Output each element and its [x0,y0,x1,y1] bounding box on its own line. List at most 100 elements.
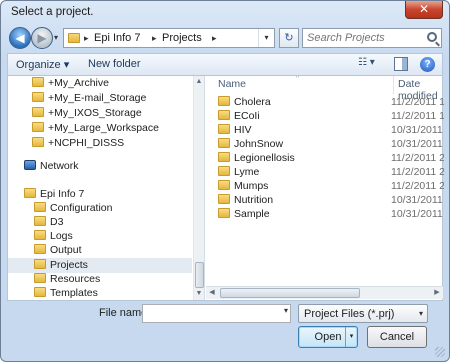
close-button[interactable]: ✕ [405,1,443,19]
scroll-up-arrow[interactable]: ▲ [194,77,204,87]
open-split-dropdown[interactable]: ▾ [345,327,357,347]
tree-item-label: Resources [50,273,101,285]
column-divider[interactable] [393,76,394,94]
scroll-thumb[interactable] [195,262,204,288]
file-row[interactable]: Nutrition 10/31/2011 9:1 [206,194,444,208]
file-row[interactable]: Cholera 11/2/2011 11:4 [206,96,444,110]
navigation-scrollbar[interactable]: ▲ ▼ [193,76,205,300]
folder-icon [32,92,44,102]
tree-item-output[interactable]: Output [34,244,82,258]
scroll-thumb[interactable] [220,288,360,298]
file-row[interactable]: Sample 10/31/2011 11: [206,208,444,222]
tree-item-network[interactable]: Network [24,160,79,174]
column-header-date-modified[interactable]: Date modified [398,76,444,102]
tree-item-my-large-workspace[interactable]: +My_Large_Workspace [32,122,159,136]
address-bar[interactable]: ▸ Epi Info 7 ▸ Projects ▸ ▾ [63,28,275,48]
file-list[interactable]: Name ^ Date modified Cholera 11/2/2011 1… [206,76,444,300]
scroll-down-arrow[interactable]: ▼ [194,289,204,299]
scroll-right-arrow[interactable]: ▶ [431,287,443,299]
file-date: 10/31/2011 9:1 [391,194,444,206]
open-button[interactable]: Open ▾ [298,326,358,348]
tree-item-my-ixos-storage[interactable]: +My_IXOS_Storage [32,107,142,121]
window-title: Select a project. [11,6,94,18]
file-date: 11/2/2011 11:4 [391,96,444,108]
tree-item-ncphi-disss[interactable]: +NCPHI_DISSS [32,137,124,151]
file-name-dropdown[interactable]: ▾ [284,306,288,315]
column-header-name[interactable]: Name [218,76,246,94]
file-row[interactable]: Mumps 11/2/2011 2:29 [206,180,444,194]
forward-button[interactable]: ▶ [31,27,53,49]
tree-item-label: Epi Info 7 [40,188,85,200]
folder-icon [218,194,230,204]
file-name: HIV [234,124,252,136]
tree-item-templates[interactable]: Templates [34,287,98,300]
file-row[interactable]: Legionellosis 11/2/2011 2:29 [206,152,444,166]
folder-icon [34,273,46,283]
command-bar: Organize ▾ New folder ☷ ▾ ? [7,53,443,75]
search-box[interactable] [302,28,442,48]
title-bar: Select a project. ✕ [1,1,449,23]
views-icon[interactable]: ☷ ▾ [358,57,388,73]
file-date: 11/2/2011 2:29 [391,152,444,164]
folder-icon [32,107,44,117]
file-type-select[interactable]: Project Files (*.prj) ▾ [298,304,428,323]
tree-item-epi-info-7[interactable]: Epi Info 7 [24,188,84,202]
breadcrumb-separator[interactable]: ▸ [84,33,89,44]
tree-item-label: +My_E-mail_Storage [48,92,147,104]
folder-icon [34,230,46,240]
file-row[interactable]: HIV 10/31/2011 9:0 [206,124,444,138]
folder-icon [218,152,230,162]
preview-pane-icon[interactable] [394,57,408,71]
tree-item-label: +My_Archive [48,77,109,89]
horizontal-scrollbar[interactable]: ◀ ▶ [206,286,443,299]
file-row[interactable]: ECoIi 11/2/2011 1:50 [206,110,444,124]
file-row[interactable]: JohnSnow 10/31/2011 9:1 [206,138,444,152]
tree-item-label: +My_Large_Workspace [48,122,159,134]
folder-icon [34,259,46,269]
search-input[interactable] [303,29,421,47]
navigation-bar: ◀ ▶ ▾ ▸ Epi Info 7 ▸ Projects ▸ ▾ ↻ [1,25,449,51]
recent-pages-dropdown[interactable]: ▾ [54,33,58,42]
resize-grip[interactable] [435,347,445,357]
address-dropdown[interactable]: ▾ [258,29,274,47]
back-button[interactable]: ◀ [9,27,31,49]
folder-icon [218,166,230,176]
tree-item-my-email-storage[interactable]: +My_E-mail_Storage [32,92,146,106]
file-name-field[interactable]: ▾ [142,304,291,323]
file-name: Sample [234,208,270,220]
scroll-left-arrow[interactable]: ◀ [206,287,218,299]
file-name: Lyme [234,166,260,178]
file-name: Cholera [234,96,271,108]
help-icon[interactable]: ? [420,57,435,72]
open-button-label: Open [314,331,342,343]
tree-item-logs[interactable]: Logs [34,230,73,244]
breadcrumb-separator[interactable]: ▸ [212,33,217,44]
navigation-pane[interactable]: +My_Archive +My_E-mail_Storage +My_IXOS_… [8,76,193,300]
tree-item-resources[interactable]: Resources [34,273,100,287]
folder-icon [32,77,44,87]
breadcrumb-projects[interactable]: Projects [162,32,202,44]
new-folder-button[interactable]: New folder [88,58,141,70]
tree-item-configuration[interactable]: Configuration [34,202,112,216]
folder-icon [218,124,230,134]
folder-icon [218,110,230,120]
tree-item-label: +My_IXOS_Storage [48,107,142,119]
tree-item-d3[interactable]: D3 [34,216,63,230]
tree-item-projects[interactable]: Projects [34,259,88,273]
organize-menu[interactable]: Organize ▾ [16,58,69,71]
cancel-button[interactable]: Cancel [367,326,427,348]
file-name: JohnSnow [234,138,284,150]
breadcrumb-epi-info-7[interactable]: Epi Info 7 [94,32,140,44]
refresh-button[interactable]: ↻ [279,28,299,48]
file-date: 10/31/2011 9:0 [391,124,444,136]
file-row[interactable]: Lyme 11/2/2011 2:29 [206,166,444,180]
file-date: 10/31/2011 11: [391,208,444,220]
chevron-down-icon[interactable]: ▾ [419,309,423,318]
tree-item-label: Network [40,160,79,172]
tree-item-label: Configuration [50,202,113,214]
search-icon[interactable] [427,32,437,42]
file-name: Mumps [234,180,269,192]
tree-item-my-archive[interactable]: +My_Archive [32,77,109,91]
folder-icon [34,287,46,297]
breadcrumb-separator[interactable]: ▸ [152,33,157,44]
